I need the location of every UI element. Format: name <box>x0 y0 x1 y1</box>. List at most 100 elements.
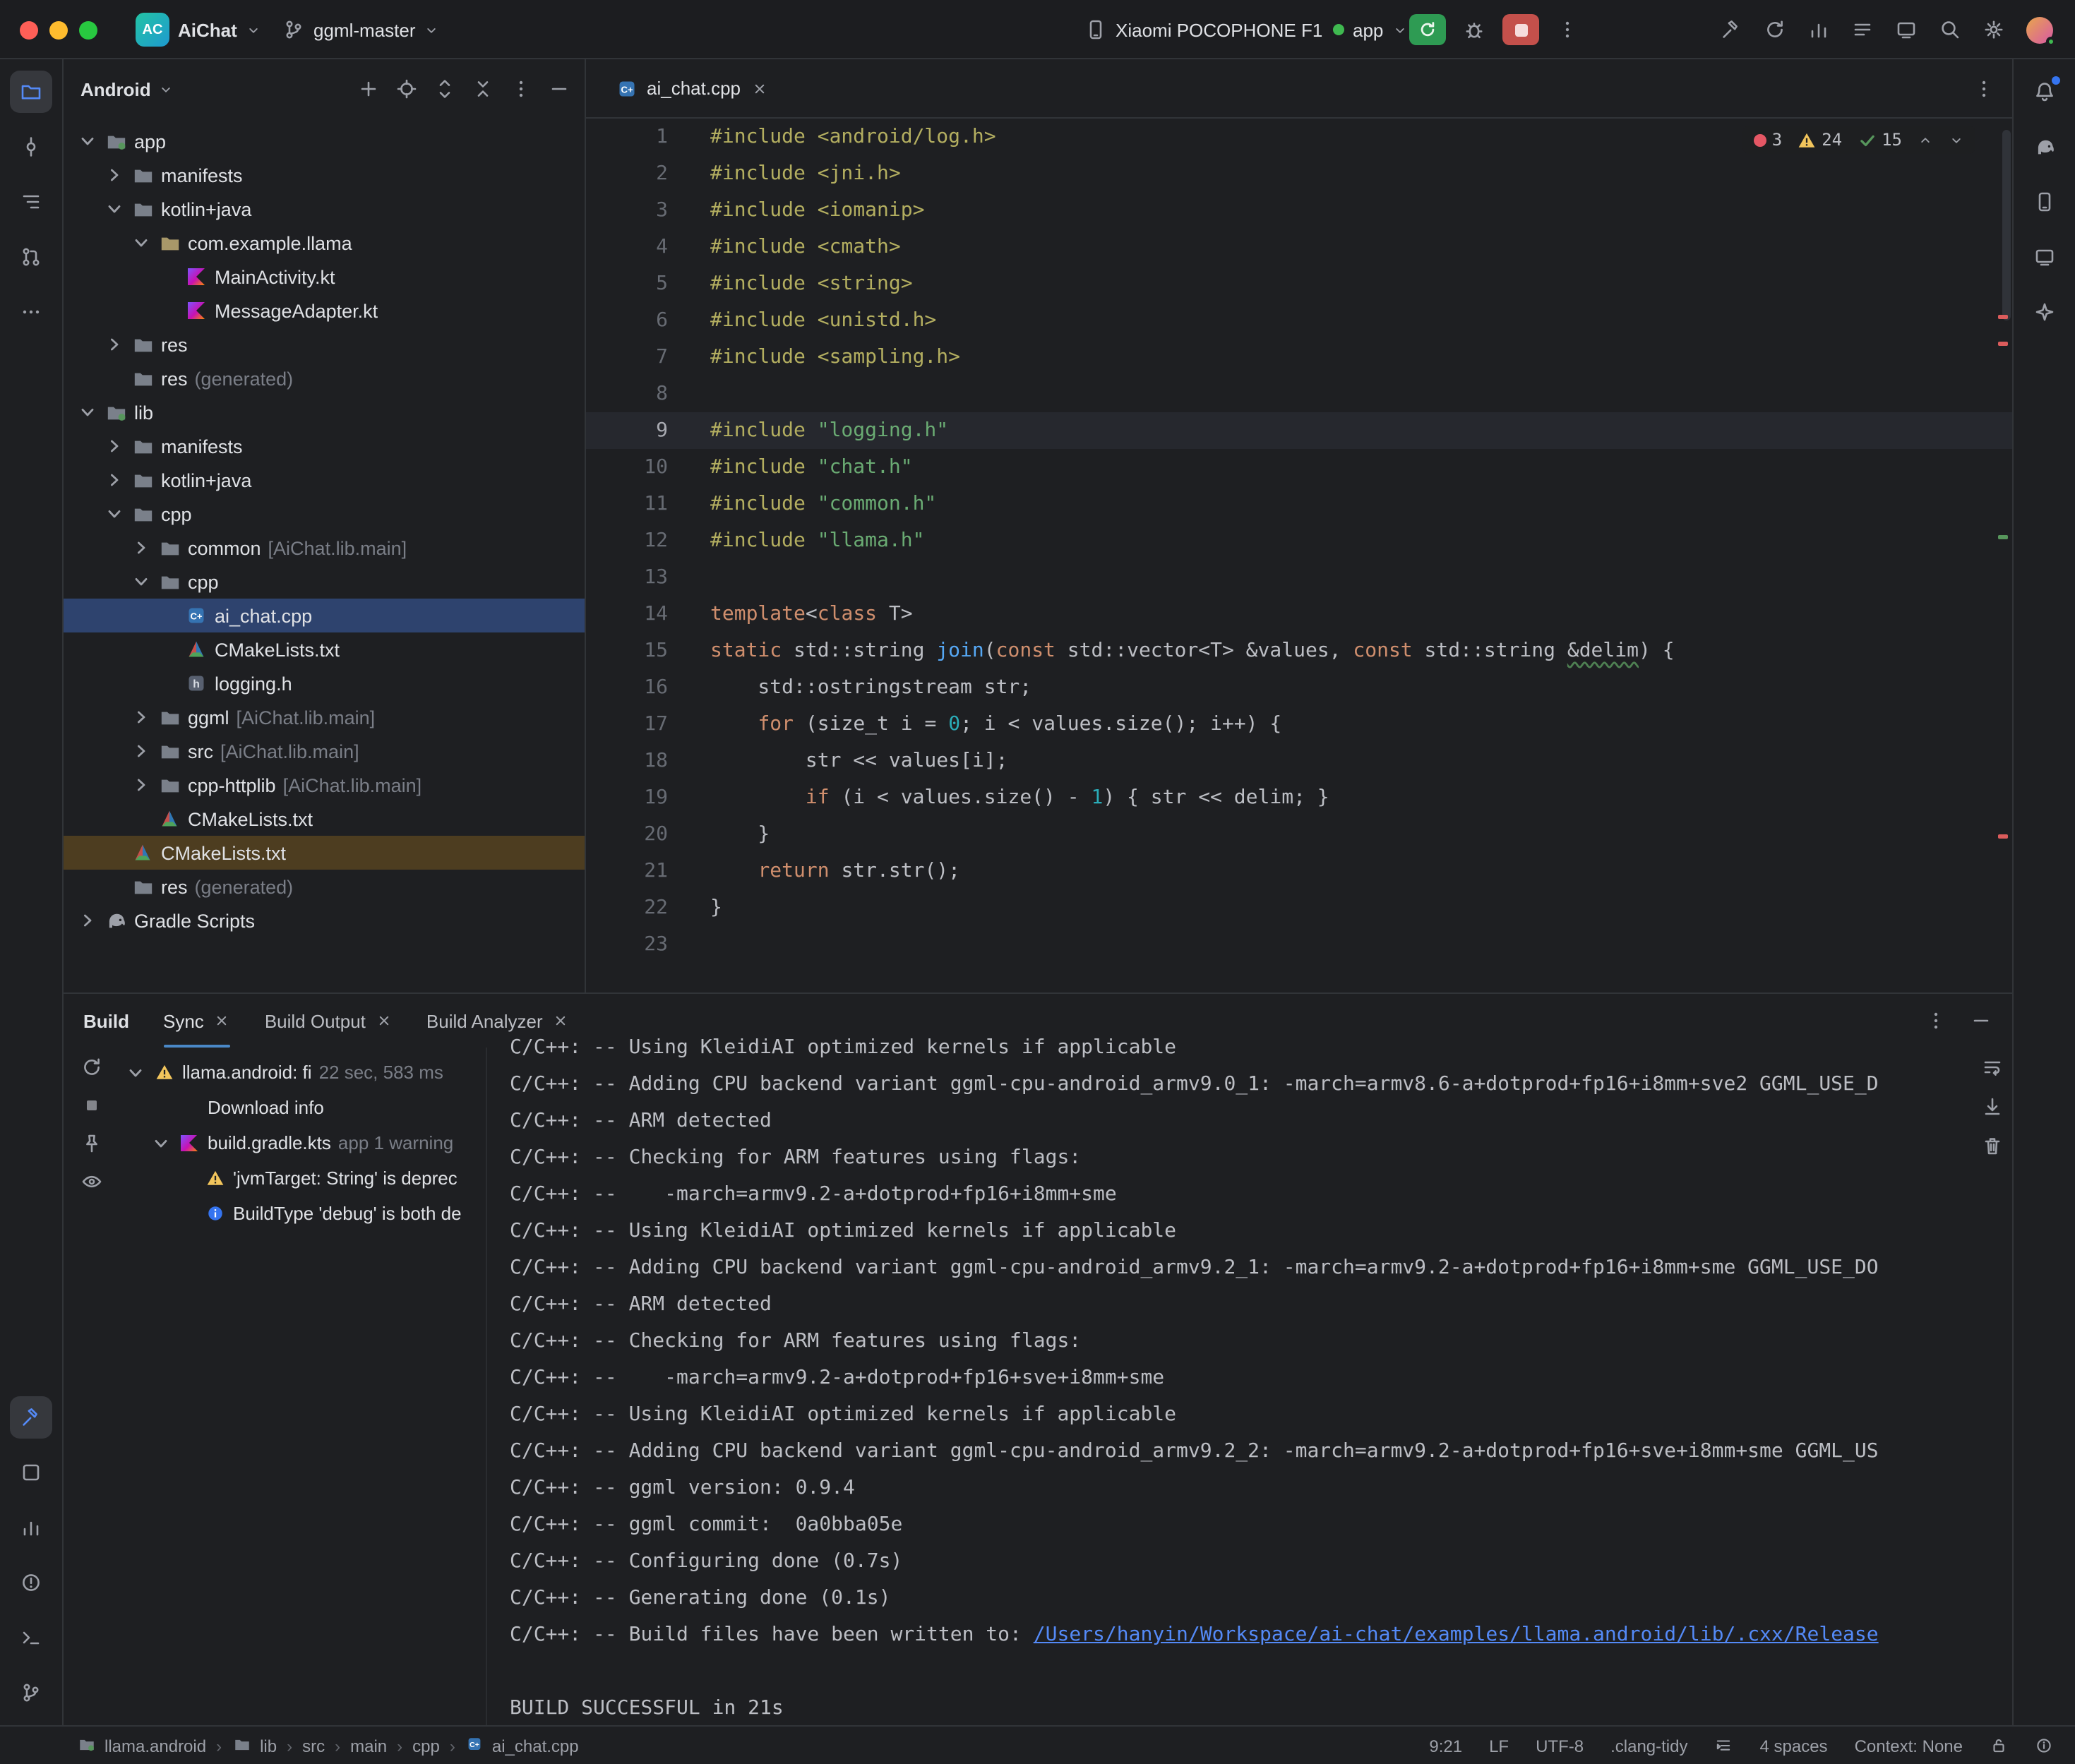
project-tree-item[interactable]: manifests <box>64 158 585 192</box>
terminal-tool-button[interactable] <box>10 1616 52 1659</box>
device-selector[interactable]: Xiaomi POCOPHONE F1 <box>1084 0 1346 59</box>
code-line[interactable]: 16 std::ostringstream str; <box>586 669 2012 706</box>
project-tree-item[interactable]: MainActivity.kt <box>64 260 585 294</box>
code-line[interactable]: 14template<class T> <box>586 596 2012 632</box>
code-line[interactable]: 19 if (i < values.size() - 1) { str << d… <box>586 779 2012 816</box>
notifications-tool-button[interactable] <box>2023 71 2066 113</box>
version-control-tool-button[interactable] <box>10 1672 52 1714</box>
chevron-right-icon[interactable] <box>104 168 124 182</box>
search-everywhere-icon[interactable] <box>1939 18 1961 41</box>
clear-console-icon[interactable] <box>1981 1135 2004 1158</box>
project-tree-item[interactable]: CMakeLists.txt <box>64 836 585 870</box>
code-line[interactable]: 9#include "logging.h" <box>586 412 2012 449</box>
commit-tool-button[interactable] <box>10 126 52 168</box>
code-line[interactable]: 4#include <cmath> <box>586 229 2012 265</box>
project-tree-item[interactable]: com.example.llama <box>64 226 585 260</box>
vcs-branch-widget[interactable]: ggml-master <box>282 0 440 59</box>
project-tree-item[interactable]: common [AiChat.lib.main] <box>64 531 585 565</box>
project-tree-item[interactable]: kotlin+java <box>64 192 585 226</box>
breadcrumb-item[interactable]: lib <box>232 1733 277 1758</box>
code-line[interactable]: 10#include "chat.h" <box>586 449 2012 486</box>
indent-setting[interactable]: 4 spaces <box>1760 1736 1828 1756</box>
soft-wrap-icon[interactable] <box>1981 1056 2004 1079</box>
code-line[interactable]: 15static std::string join(const std::vec… <box>586 632 2012 669</box>
close-tab-icon[interactable] <box>376 1012 393 1029</box>
assistant-tool-button[interactable] <box>2023 291 2066 333</box>
user-avatar[interactable] <box>2026 16 2053 43</box>
suspend-icon[interactable] <box>80 1094 103 1117</box>
project-tree-item[interactable]: manifests <box>64 429 585 463</box>
previous-problem-icon[interactable] <box>1918 132 1933 148</box>
chevron-right-icon[interactable] <box>131 778 151 792</box>
project-tree-item[interactable]: res (generated) <box>64 361 585 395</box>
chevron-down-icon[interactable] <box>104 202 124 216</box>
rerun-button[interactable] <box>1409 14 1446 45</box>
add-icon[interactable] <box>357 78 380 100</box>
resync-icon[interactable] <box>80 1056 103 1079</box>
error-stripe-mark[interactable] <box>1998 315 2008 319</box>
project-tree-item[interactable]: kotlin+java <box>64 463 585 497</box>
chevron-down-icon[interactable] <box>131 575 151 589</box>
code-line[interactable]: 21 return str.str(); <box>586 853 2012 889</box>
breadcrumb-item[interactable]: C+ai_chat.cpp <box>465 1734 579 1758</box>
more-run-actions-button[interactable] <box>1556 18 1579 41</box>
close-tab-icon[interactable] <box>553 1012 570 1029</box>
build-tree-item[interactable]: 'jvmTarget: String' is deprec <box>120 1160 486 1196</box>
locate-file-icon[interactable] <box>395 78 418 100</box>
next-problem-icon[interactable] <box>1949 132 1964 148</box>
collapse-all-icon[interactable] <box>472 78 494 100</box>
chevron-right-icon[interactable] <box>131 541 151 555</box>
zoom-window-button[interactable] <box>79 21 97 40</box>
minimize-window-button[interactable] <box>49 21 68 40</box>
build-tree-item[interactable]: Download info <box>120 1090 486 1125</box>
breadcrumb-item[interactable]: main <box>350 1736 387 1756</box>
chevron-down-icon[interactable] <box>126 1065 145 1079</box>
running-devices-tool-button[interactable] <box>2023 236 2066 278</box>
breadcrumb-item[interactable]: src <box>302 1736 325 1756</box>
project-tree-item[interactable]: MessageAdapter.kt <box>64 294 585 328</box>
code-line[interactable]: 7#include <sampling.h> <box>586 339 2012 376</box>
chevron-right-icon[interactable] <box>131 710 151 724</box>
project-widget[interactable]: AC AiChat <box>136 0 261 59</box>
error-stripe-mark[interactable] <box>1998 342 2008 346</box>
lock-open-icon[interactable] <box>1990 1736 2008 1755</box>
code-line[interactable]: 11#include "common.h" <box>586 486 2012 522</box>
breadcrumb-item[interactable]: cpp <box>412 1736 440 1756</box>
status-info-icon[interactable] <box>2035 1736 2053 1755</box>
cursor-position[interactable]: 9:21 <box>1429 1736 1462 1756</box>
hide-build-panel-icon[interactable] <box>1970 1009 1992 1032</box>
scroll-to-end-icon[interactable] <box>1981 1096 2004 1118</box>
tab-sync[interactable]: Sync <box>163 994 231 1048</box>
project-tree-item[interactable]: Gradle Scripts <box>64 904 585 937</box>
code-line[interactable]: 2#include <jni.h> <box>586 155 2012 192</box>
chevron-down-icon[interactable] <box>78 134 97 148</box>
code-line[interactable]: 5#include <string> <box>586 265 2012 302</box>
context-widget[interactable]: Context: None <box>1855 1736 1963 1756</box>
project-tree-item[interactable]: cpp <box>64 497 585 531</box>
code-line[interactable]: 8 <box>586 376 2012 412</box>
chevron-down-icon[interactable] <box>78 405 97 419</box>
code-line[interactable]: 3#include <iomanip> <box>586 192 2012 229</box>
device-mirror-icon[interactable] <box>1895 18 1918 41</box>
error-stripe-mark[interactable] <box>1998 834 2008 839</box>
project-tree-item[interactable]: CMakeLists.txt <box>64 632 585 666</box>
project-tree-item[interactable]: CMakeLists.txt <box>64 802 585 836</box>
build-tree-item[interactable]: BuildType 'debug' is both de <box>120 1196 486 1231</box>
code-line[interactable]: 12#include "llama.h" <box>586 522 2012 559</box>
pull-requests-tool-button[interactable] <box>10 236 52 278</box>
panel-options-icon[interactable] <box>510 78 532 100</box>
code-line[interactable]: 18 str << values[i]; <box>586 743 2012 779</box>
error-stripe-mark[interactable] <box>1998 535 2008 539</box>
editor-scrollbar[interactable] <box>2002 130 2011 320</box>
project-tree-item[interactable]: res (generated) <box>64 870 585 904</box>
code-line[interactable]: 6#include <unistd.h> <box>586 302 2012 339</box>
project-tree-item[interactable]: app <box>64 124 585 158</box>
file-encoding[interactable]: UTF-8 <box>1536 1736 1584 1756</box>
chevron-down-icon[interactable] <box>104 507 124 521</box>
tab-build-output[interactable]: Build Output <box>265 994 393 1048</box>
code-area[interactable]: 3 24 15 1#include <android/log.h>2#inclu… <box>586 119 2012 992</box>
structure-tool-button[interactable] <box>10 181 52 223</box>
build-tree-item[interactable]: build.gradle.kts app 1 warning <box>120 1125 486 1160</box>
more-tool-windows-button[interactable] <box>10 291 52 333</box>
inspections-widget[interactable]: 3 24 15 <box>1742 126 1975 154</box>
